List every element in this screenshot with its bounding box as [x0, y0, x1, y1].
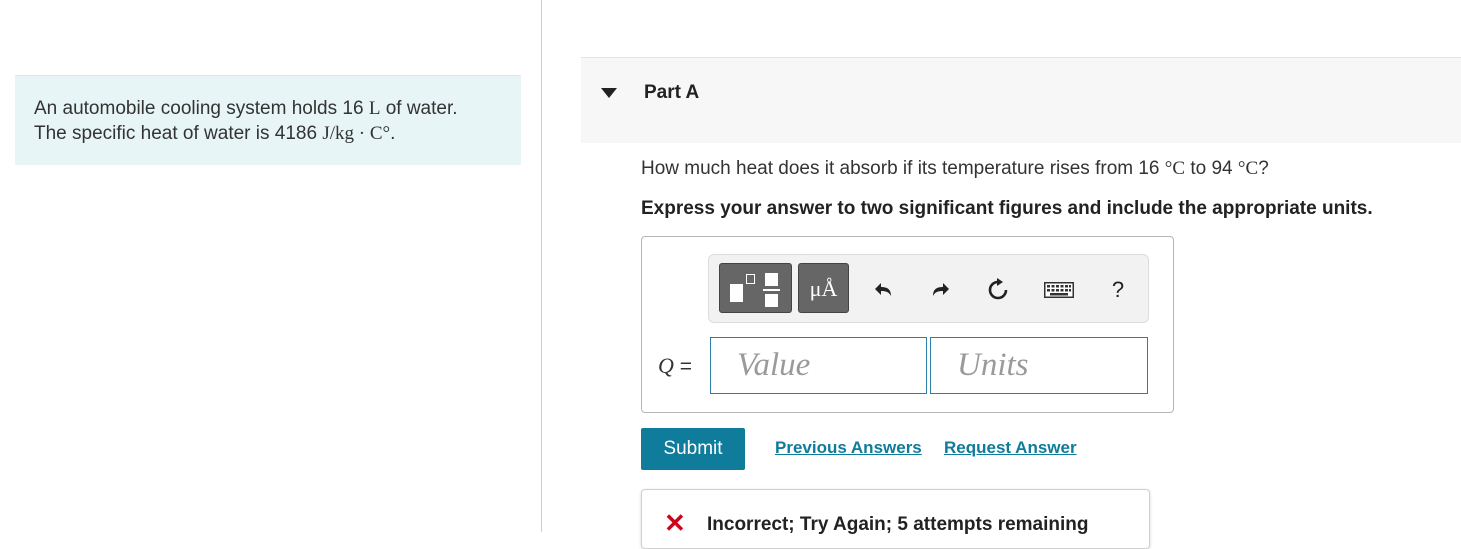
problem-line-2-suffix: . — [390, 123, 396, 144]
reset-button[interactable] — [983, 275, 1013, 305]
request-answer-link[interactable]: Request Answer — [944, 438, 1077, 458]
specific-heat-unit: J/kg · C° — [322, 123, 391, 144]
answer-instruction: Express your answer to two significant f… — [641, 198, 1373, 219]
help-icon: ? — [1111, 277, 1125, 302]
answer-variable: Q — [658, 353, 674, 378]
math-toolbar: μÅ ? — [708, 254, 1149, 323]
equals-sign: = — [679, 355, 692, 378]
units-input[interactable]: Units — [930, 337, 1148, 394]
undo-button[interactable] — [869, 275, 899, 305]
keyboard-button[interactable] — [1042, 275, 1076, 305]
units-button[interactable]: μÅ — [798, 263, 849, 313]
temperature-unit-1: °C — [1164, 158, 1186, 179]
redo-icon — [933, 283, 949, 296]
problem-line-1-suffix: of water. — [385, 98, 458, 119]
units-icon: μÅ — [809, 276, 838, 301]
answer-panel: μÅ ? Q = Value Units — [641, 236, 1174, 413]
part-title: Part A — [644, 82, 700, 103]
part-header[interactable]: Part A — [581, 57, 1461, 143]
previous-answers-link[interactable]: Previous Answers — [775, 438, 922, 458]
answer-variable-label: Q = — [658, 353, 692, 379]
question-prefix: How much heat does it absorb if its temp… — [641, 158, 1160, 179]
incorrect-x-icon: ✕ — [664, 508, 686, 538]
problem-line-1-text: An automobile cooling system holds 16 — [34, 98, 364, 119]
submit-button[interactable]: Submit — [641, 428, 745, 470]
keyboard-icon — [1044, 282, 1074, 298]
collapse-caret-icon[interactable] — [601, 88, 617, 98]
question-text: How much heat does it absorb if its temp… — [641, 158, 1269, 180]
question-middle: to 94 — [1190, 158, 1233, 179]
reset-icon — [988, 278, 1008, 300]
value-input[interactable]: Value — [710, 337, 927, 394]
temperature-unit-2: °C — [1237, 158, 1259, 179]
feedback-text: Incorrect; Try Again; 5 attempts remaini… — [707, 514, 1089, 535]
help-button[interactable]: ? — [1103, 275, 1133, 305]
templates-button[interactable] — [719, 263, 792, 313]
volume-unit: L — [368, 98, 381, 119]
problem-statement: An automobile cooling system holds 16 L … — [15, 75, 521, 165]
problem-line-2-text: The specific heat of water is 4186 — [34, 123, 318, 144]
redo-button[interactable] — [925, 275, 955, 305]
problem-line-2: The specific heat of water is 4186 J/kg … — [34, 121, 521, 146]
problem-line-1: An automobile cooling system holds 16 L … — [34, 96, 521, 121]
feedback-panel: ✕ Incorrect; Try Again; 5 attempts remai… — [641, 489, 1150, 549]
column-divider — [541, 0, 542, 532]
question-suffix: ? — [1258, 158, 1269, 179]
undo-icon — [875, 283, 891, 296]
